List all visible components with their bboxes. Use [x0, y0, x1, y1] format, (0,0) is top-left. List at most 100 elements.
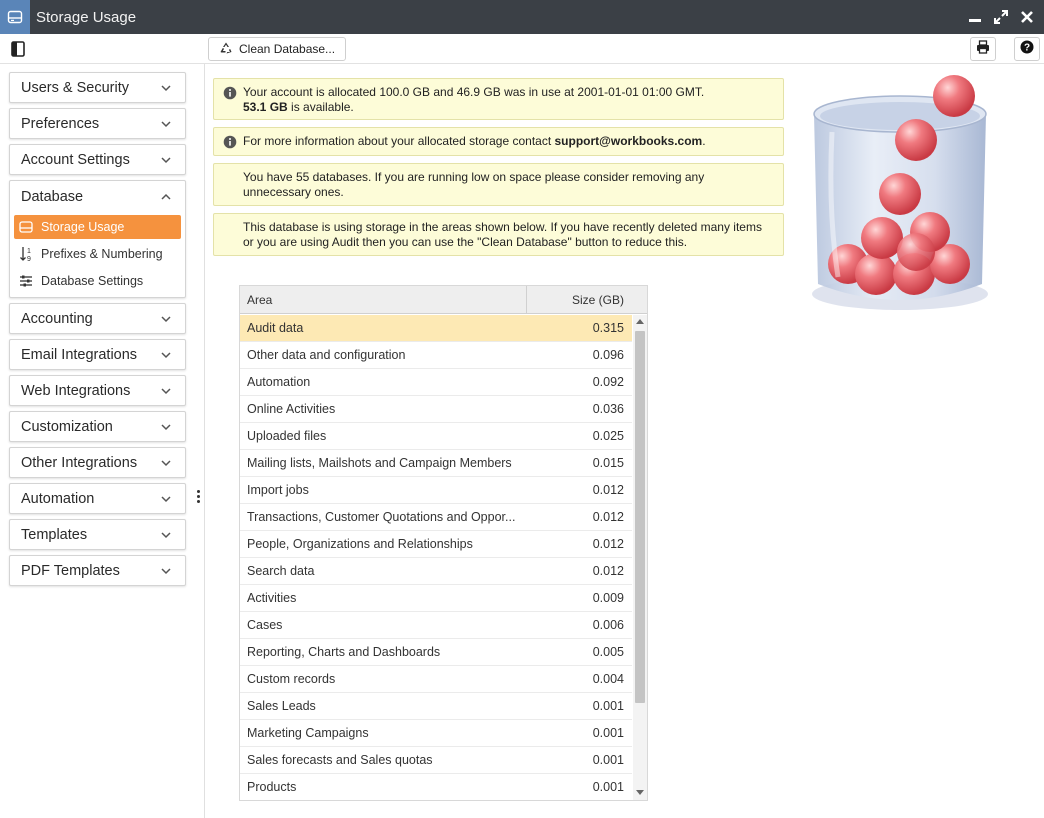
cell-area: Automation — [247, 375, 311, 389]
cell-area: Other data and configuration — [247, 348, 406, 362]
table-row[interactable]: Custom records 0.004 — [240, 666, 632, 693]
table-row[interactable]: Mailing lists, Mailshots and Campaign Me… — [240, 450, 632, 477]
expand-icon[interactable] — [992, 8, 1010, 26]
table-row[interactable]: Reporting, Charts and Dashboards 0.005 — [240, 639, 632, 666]
cell-area: Import jobs — [247, 483, 309, 497]
cell-area: People, Organizations and Relationships — [247, 537, 473, 551]
table-row[interactable]: Other data and configuration 0.096 — [240, 342, 632, 369]
sidebar-section-label: Other Integrations — [21, 455, 138, 471]
chevron-down-icon — [161, 496, 171, 503]
available-value: 53.1 GB — [243, 100, 288, 114]
table-row[interactable]: Uploaded files 0.025 — [240, 423, 632, 450]
contact-notice: For more information about your allocate… — [213, 127, 784, 156]
cell-area: Audit data — [247, 321, 304, 335]
table-row[interactable]: Sales Leads 0.001 — [240, 693, 632, 720]
sidebar-section-customization[interactable]: Customization — [9, 411, 186, 442]
chevron-down-icon — [161, 532, 171, 539]
sidebar-section-templates[interactable]: Templates — [9, 519, 186, 550]
available-suffix: is available. — [287, 100, 354, 114]
cell-area: Marketing Campaigns — [247, 726, 369, 740]
table-row[interactable]: Audit data 0.315 — [240, 315, 632, 342]
sidebar-section-label: PDF Templates — [21, 563, 120, 579]
table-row[interactable]: Online Activities 0.036 — [240, 396, 632, 423]
sidebar-section-label: Automation — [21, 491, 95, 507]
storage-info-text: This database is using storage in the ar… — [243, 220, 762, 249]
allocation-text: Your account is allocated 100.0 GB and 4… — [243, 85, 705, 99]
chevron-up-icon[interactable] — [159, 190, 173, 204]
cell-size: 0.315 — [592, 321, 624, 335]
cell-area: Cases — [247, 618, 283, 632]
sidebar-item-prefixes-numbering[interactable]: 1 9 Prefixes & Numbering — [14, 242, 181, 266]
chevron-down-icon — [161, 85, 171, 92]
cell-area: Activities — [247, 591, 297, 605]
print-icon — [976, 39, 990, 59]
chevron-down-icon — [161, 352, 171, 359]
sidebar-section-preferences[interactable]: Preferences — [9, 108, 186, 139]
sidebar-section-accounting[interactable]: Accounting — [9, 303, 186, 334]
sidebar-item-label: Database Settings — [41, 274, 144, 288]
cell-size: 0.015 — [592, 456, 624, 470]
cell-size: 0.001 — [592, 780, 624, 794]
clean-database-label: Clean Database... — [239, 42, 336, 56]
chevron-down-icon — [161, 568, 171, 575]
storage-usage-table: Area Size (GB) Audit data 0.315 Other data… — [239, 285, 648, 801]
chevron-down-icon — [161, 460, 171, 467]
table-row[interactable]: Cases 0.006 — [240, 612, 632, 639]
scroll-up-icon[interactable] — [636, 319, 644, 324]
table-row[interactable]: People, Organizations and Relationships 0… — [240, 531, 632, 558]
recycle-icon — [219, 41, 233, 58]
scrollbar-thumb[interactable] — [635, 331, 645, 703]
sidebar-section-label: Templates — [21, 527, 88, 543]
sidebar-section-web-integrations[interactable]: Web Integrations — [9, 375, 186, 406]
minimize-icon[interactable] — [966, 8, 984, 26]
table-row[interactable]: Products 0.001 — [240, 774, 632, 800]
table-row[interactable]: Sales forecasts and Sales quotas 0.001 — [240, 747, 632, 774]
sliders-icon — [18, 273, 34, 289]
help-icon: ? — [1020, 40, 1034, 59]
sidebar-section-email-integrations[interactable]: Email Integrations — [9, 339, 186, 370]
sidebar-section-other-integrations[interactable]: Other Integrations — [9, 447, 186, 478]
sidebar-section-database: Database Storage Usage 1 9 Prefixes & Numbe… — [9, 180, 186, 298]
sidebar-section-automation[interactable]: Automation — [9, 483, 186, 514]
chevron-down-icon — [161, 316, 171, 323]
table-row[interactable]: Activities 0.009 — [240, 585, 632, 612]
cell-size: 0.012 — [592, 537, 624, 551]
close-icon[interactable] — [1018, 8, 1036, 26]
cell-area: Mailing lists, Mailshots and Campaign Me… — [247, 456, 512, 470]
table-row[interactable]: Automation 0.092 — [240, 369, 632, 396]
sidebar-item-storage-usage[interactable]: Storage Usage — [14, 215, 181, 239]
sidebar-section-users-security[interactable]: Users & Security — [9, 72, 186, 103]
table-scrollbar[interactable] — [633, 315, 647, 800]
clean-database-button[interactable]: Clean Database... — [208, 37, 347, 61]
support-email-link[interactable]: support@workbooks.com — [555, 134, 703, 148]
contact-prefix: For more information about your allocate… — [243, 134, 555, 148]
sidebar-section-label: Users & Security — [21, 80, 129, 96]
scroll-down-icon[interactable] — [636, 790, 644, 795]
cell-area: Reporting, Charts and Dashboards — [247, 645, 441, 659]
sidebar-item-label: Storage Usage — [41, 220, 125, 234]
sidebar-section-label: Email Integrations — [21, 347, 138, 363]
cell-size: 0.012 — [592, 483, 624, 497]
cell-size: 0.006 — [592, 618, 624, 632]
column-header-size[interactable]: Size (GB) — [572, 293, 624, 307]
databases-text: You have 55 databases. If you are runnin… — [243, 170, 705, 199]
table-row[interactable]: Marketing Campaigns 0.001 — [240, 720, 632, 747]
help-button[interactable]: ? — [1014, 37, 1040, 61]
sidebar-section-label[interactable]: Database — [21, 189, 83, 205]
column-header-area[interactable]: Area — [247, 293, 272, 307]
print-button[interactable] — [970, 37, 996, 61]
table-row[interactable]: Import jobs 0.012 — [240, 477, 632, 504]
cell-size: 0.001 — [592, 699, 624, 713]
table-row[interactable]: Transactions, Customer Quotations and Op… — [240, 504, 632, 531]
chevron-down-icon — [161, 157, 171, 164]
cell-size: 0.096 — [592, 348, 624, 362]
chevron-down-icon — [161, 388, 171, 395]
sidebar-section-account-settings[interactable]: Account Settings — [9, 144, 186, 175]
toolbar: Clean Database... ? — [0, 34, 1044, 64]
sidebar-splitter-handle[interactable] — [197, 490, 201, 506]
sidebar-item-database-settings[interactable]: Database Settings — [14, 269, 181, 293]
cell-area: Uploaded files — [247, 429, 327, 443]
table-row[interactable]: Search data 0.012 — [240, 558, 632, 585]
sidebar-toggle-icon[interactable] — [8, 38, 28, 60]
sidebar-section-pdf-templates[interactable]: PDF Templates — [9, 555, 186, 586]
